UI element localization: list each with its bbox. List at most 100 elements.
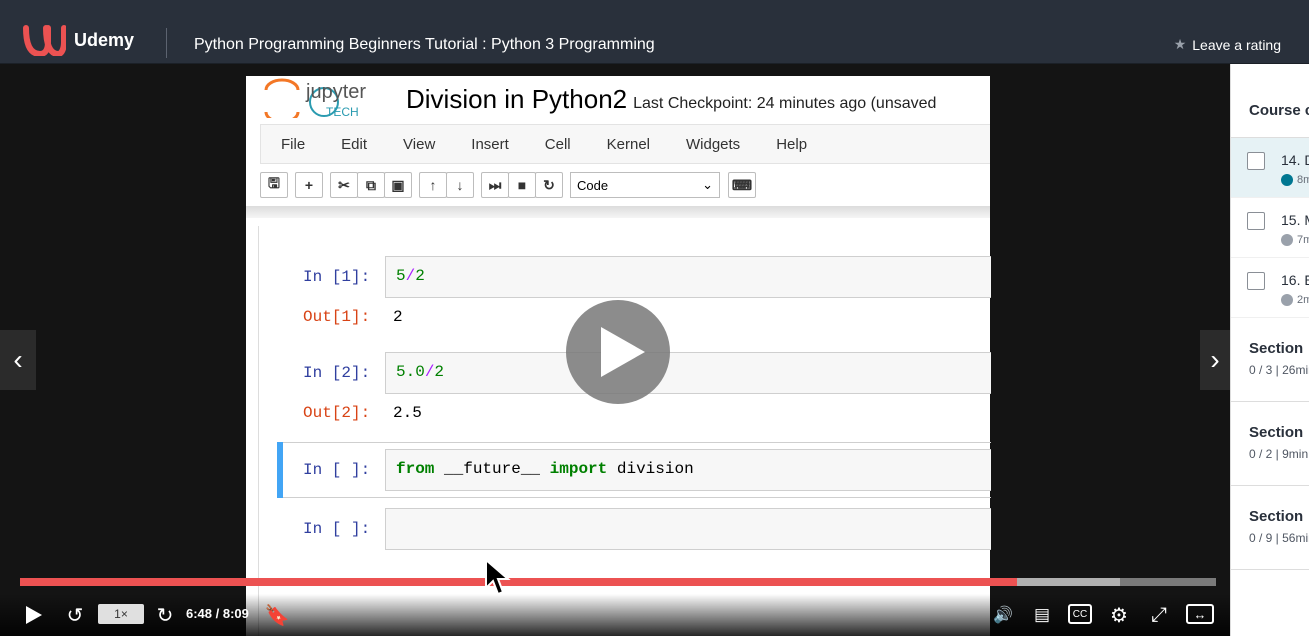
volume-button[interactable]: 🔊: [990, 602, 1016, 628]
time-display: 6:48 / 8:09: [186, 606, 249, 621]
code-token: 2: [434, 363, 445, 381]
lecture-duration: 8min: [1297, 174, 1309, 186]
lecture-item[interactable]: 14. Division 8min: [1231, 138, 1309, 198]
sidebar-heading: Course content: [1231, 64, 1309, 138]
section-title: Section: [1249, 424, 1304, 441]
menu-help: Help: [776, 135, 808, 153]
captions-button[interactable]: CC: [1068, 604, 1092, 624]
chevron-down-icon: ⌄: [702, 177, 713, 192]
arrow-down-icon: ↓: [446, 172, 474, 198]
udemy-logo-icon: [23, 25, 66, 56]
menu-edit: Edit: [341, 135, 368, 153]
lecture-meta: 7min: [1281, 234, 1309, 246]
play-overlay-button[interactable]: [566, 300, 670, 404]
play-icon: [601, 327, 645, 377]
section-title: Section: [1249, 508, 1304, 525]
lecture-meta: 2min: [1281, 294, 1309, 306]
expand-icon: ⤢: [1151, 603, 1167, 626]
keyboard-icon: ⌨: [728, 172, 756, 198]
forward-icon: ↻: [156, 604, 174, 627]
plus-icon: +: [295, 172, 323, 198]
play-button[interactable]: [22, 604, 46, 626]
toolbar-shadow: [246, 206, 990, 218]
course-title[interactable]: Python Programming Beginners Tutorial : …: [194, 36, 655, 54]
notebook-body: In [1]: 5/2 Out[1]: 2 In [2]: 5.0/2 Out[…: [258, 226, 991, 636]
video-player[interactable]: jupyter TECH Division in Python2 Last Che…: [0, 64, 1230, 636]
notebook-toolbar: 🖫 + ✂ ⧉ ▣ ↑ ↓ ⏭ ■ ↻ Code ⌄ ⌨: [260, 164, 990, 206]
leave-rating-button[interactable]: ★ Leave a rating: [1174, 36, 1281, 53]
chevron-left-icon: ‹: [13, 344, 23, 375]
menu-kernel: Kernel: [606, 135, 650, 153]
in-prompt: In [1]:: [303, 268, 371, 286]
section-meta: 0 / 3 | 26min: [1249, 363, 1309, 377]
rewind-icon: ↺: [66, 604, 84, 627]
restart-icon: ↻: [535, 172, 563, 198]
forward-button[interactable]: ↻: [152, 602, 178, 628]
out-prompt: Out[2]:: [303, 404, 371, 422]
fullscreen-button[interactable]: ⤢: [1146, 602, 1172, 628]
code-token: 5: [396, 267, 406, 285]
udemy-logo[interactable]: Udemy: [22, 24, 134, 56]
code-input: from __future__ import division: [385, 449, 991, 491]
captions-icon: CC: [1072, 608, 1088, 620]
code-token: __future__: [444, 460, 541, 478]
mouse-cursor-icon: [485, 558, 511, 596]
previous-lecture-button[interactable]: ‹: [0, 330, 36, 390]
transcript-icon: ▤: [1033, 605, 1051, 624]
code-token: /: [405, 267, 416, 285]
section-item[interactable]: Section 0 / 2 | 9min: [1231, 402, 1309, 486]
lecture-duration: 2min: [1297, 294, 1309, 306]
progress-bar[interactable]: [20, 578, 1216, 586]
code-input: 5/2: [385, 256, 991, 298]
cell-type-value: Code: [577, 177, 609, 193]
playback-rate-button[interactable]: 1×: [98, 604, 144, 624]
code-input: 5.0/2: [385, 352, 991, 394]
out-prompt: Out[1]:: [303, 308, 371, 326]
section-meta: 0 / 2 | 9min: [1249, 447, 1309, 461]
top-bar: Udemy Python Programming Beginners Tutor…: [0, 0, 1309, 64]
lecture-checkbox[interactable]: [1247, 212, 1265, 230]
code-token: from: [396, 460, 435, 478]
arrow-up-icon: ↑: [419, 172, 447, 198]
chevron-right-icon: ›: [1210, 344, 1220, 375]
transcript-button[interactable]: ▤: [1030, 602, 1054, 628]
stop-icon: ■: [508, 172, 536, 198]
in-prompt: In [ ]:: [303, 520, 371, 538]
settings-button[interactable]: ⚙: [1106, 602, 1132, 628]
cut-icon: ✂: [330, 172, 358, 198]
section-item[interactable]: Section 0 / 9 | 56min: [1231, 486, 1309, 570]
section-title: Section: [1249, 340, 1304, 357]
next-lecture-button[interactable]: ›: [1200, 330, 1230, 390]
rewind-button[interactable]: ↺: [62, 602, 88, 628]
in-prompt: In [2]:: [303, 364, 371, 382]
menu-view: View: [403, 135, 436, 153]
cell-type-select: Code ⌄: [570, 172, 720, 198]
lecture-checkbox[interactable]: [1247, 272, 1265, 290]
notebook-header: jupyter TECH Division in Python2 Last Che…: [246, 76, 990, 143]
section-item[interactable]: Section 0 / 3 | 26min: [1231, 318, 1309, 402]
cell-output: 2.5: [393, 404, 422, 422]
bookmark-button[interactable]: 🔖: [265, 602, 290, 628]
expand-horizontal-icon: ↔: [1193, 606, 1207, 622]
code-token: division: [616, 460, 694, 478]
lecture-checkbox[interactable]: [1247, 152, 1265, 170]
section-meta: 0 / 9 | 56min: [1249, 531, 1309, 545]
volume-icon: 🔊: [993, 607, 1013, 624]
code-token: 5.0: [396, 363, 425, 381]
play-icon: [26, 606, 42, 624]
code-input: [385, 508, 991, 550]
code-token: /: [424, 363, 435, 381]
lecture-duration: 7min: [1297, 234, 1309, 246]
lecture-title: 14. Division: [1281, 152, 1309, 168]
lecture-title: 16. Exponent: [1281, 272, 1309, 288]
gear-icon: ⚙: [1110, 604, 1128, 627]
notebook-menubar: File Edit View Insert Cell Kernel Widget…: [260, 124, 990, 164]
play-circle-icon: [1281, 294, 1293, 306]
menu-cell: Cell: [544, 135, 571, 153]
lecture-item[interactable]: 15. Modulo 7min: [1231, 198, 1309, 258]
in-prompt: In [ ]:: [303, 461, 371, 479]
player-controls: ↺ 1× ↻ 6:48 / 8:09 🔖 🔊 ▤ CC ⚙ ⤢ ↔: [0, 594, 1230, 636]
menu-insert: Insert: [471, 135, 509, 153]
theater-mode-button[interactable]: ↔: [1186, 604, 1214, 624]
lecture-item[interactable]: 16. Exponent 2min: [1231, 258, 1309, 318]
